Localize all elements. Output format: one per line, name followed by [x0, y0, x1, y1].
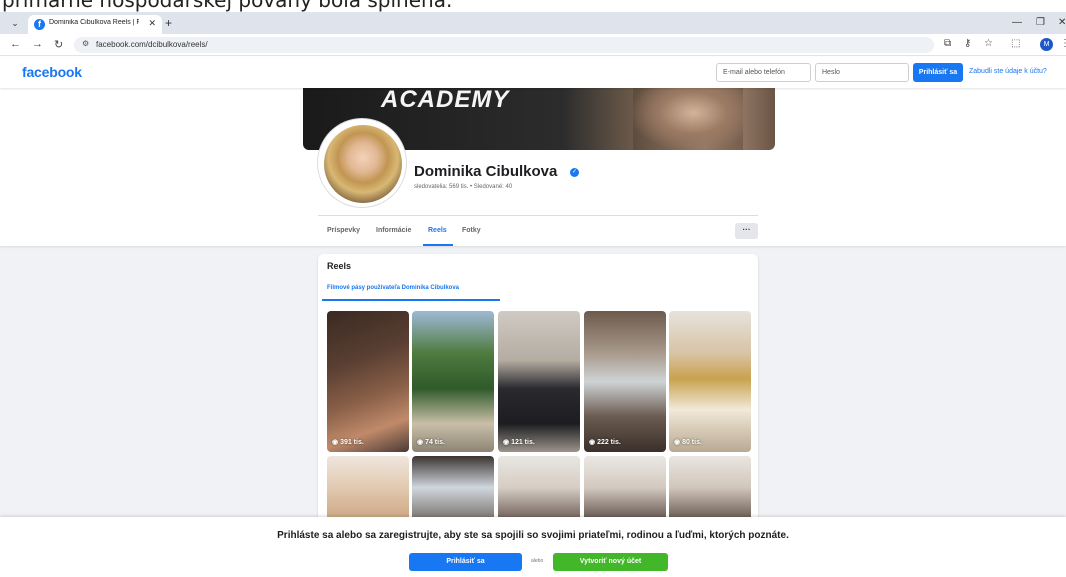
browser-address-bar: ← → ↻ ⚙ facebook.com/dcibulkova/reels/ ⧉… [0, 34, 1066, 56]
active-tab-indicator [423, 244, 453, 246]
reel-thumbnail[interactable]: ◉ 80 tis. [669, 311, 751, 452]
screen: primárne hospodárskej povahy bola splnen… [0, 0, 1066, 577]
cast-icon[interactable]: ⧉ [944, 38, 951, 49]
login-button[interactable]: Prihlásiť sa [409, 553, 522, 571]
reel-view-count: ◉ 222 tis. [589, 439, 621, 446]
password-input[interactable]: Heslo [815, 63, 909, 82]
tab-search-icon[interactable]: ⌄ [6, 16, 24, 30]
extensions-icon[interactable]: ⬚ [1011, 38, 1020, 49]
facebook-favicon-icon: f [34, 19, 45, 30]
reel-thumbnail[interactable] [498, 456, 580, 524]
profile-picture[interactable] [318, 119, 406, 207]
reels-heading: Reels [327, 261, 352, 271]
back-icon[interactable]: ← [10, 38, 21, 50]
profile-picture-image [324, 125, 402, 203]
reel-view-count: ◉ 121 tis. [503, 439, 535, 446]
url-text: facebook.com/dcibulkova/reels/ [96, 40, 208, 49]
header-login-button[interactable]: Prihlásiť sa [913, 63, 963, 82]
new-tab-icon[interactable]: + [165, 16, 172, 30]
create-account-button[interactable]: Vytvoriť nový účet [553, 553, 668, 571]
login-prompt-message: Prihláste sa alebo sa zaregistrujte, aby… [277, 530, 789, 541]
tab-posts[interactable]: Príspevky [327, 227, 360, 234]
login-prompt-bar: Prihláste sa alebo sa zaregistrujte, aby… [0, 517, 1066, 577]
reel-thumbnail[interactable] [669, 456, 751, 524]
reel-thumbnail[interactable] [584, 456, 666, 524]
browser-menu-icon[interactable]: ⋮ [1060, 38, 1066, 49]
reels-subtab[interactable]: Filmové pásy používateľa Dominika Cibulk… [327, 285, 459, 291]
reel-view-count: ◉ 80 tis. [674, 439, 702, 446]
verified-badge-icon: ✓ [570, 168, 579, 177]
reels-subtab-indicator [322, 299, 500, 301]
forgot-account-link[interactable]: Zabudli ste údaje k účtu? [969, 68, 1047, 75]
facebook-header: facebook E-mail alebo telefón Heslo Prih… [0, 57, 1066, 88]
document-text-fragment: primárne hospodárskej povahy bola splnen… [2, 0, 453, 12]
restore-icon[interactable]: ❐ [1036, 17, 1045, 28]
browser-tab[interactable]: f Dominika Cibulkova Reels | Faceb ✕ [28, 15, 162, 34]
site-info-icon[interactable]: ⚙ [82, 39, 89, 48]
more-options-button[interactable]: ··· [735, 223, 758, 239]
cover-photo-text: ACADEMY [381, 88, 510, 113]
reels-section: Reels Filmové pásy používateľa Dominika … [318, 254, 758, 524]
profile-stats[interactable]: sledovatelia: 569 tis. • Sledované: 40 [414, 184, 512, 190]
tab-close-icon[interactable]: ✕ [148, 18, 156, 29]
minimize-icon[interactable]: — [1012, 17, 1022, 28]
reload-icon[interactable]: ↻ [54, 38, 63, 51]
profile-name: Dominika Cibulkova [414, 163, 558, 180]
email-input[interactable]: E-mail alebo telefón [716, 63, 811, 82]
tab-photos[interactable]: Fotky [462, 227, 481, 234]
reel-thumbnail[interactable] [412, 456, 494, 524]
reel-thumbnail[interactable] [327, 456, 409, 524]
window-close-icon[interactable]: ✕ [1058, 17, 1066, 28]
forward-icon[interactable]: → [32, 38, 43, 50]
reel-view-count: ◉ 74 tis. [417, 439, 445, 446]
tab-about[interactable]: Informácie [376, 227, 411, 234]
reel-thumbnail[interactable]: ◉ 222 tis. [584, 311, 666, 452]
profile-avatar[interactable]: M [1040, 38, 1053, 51]
cover-photo-person [633, 88, 743, 150]
reel-thumbnail[interactable]: ◉ 391 tis. [327, 311, 409, 452]
reel-thumbnail[interactable]: ◉ 74 tis. [412, 311, 494, 452]
tab-title: Dominika Cibulkova Reels | Faceb [49, 19, 139, 26]
bookmark-star-icon[interactable]: ☆ [984, 38, 993, 49]
browser-tab-bar: ⌄ f Dominika Cibulkova Reels | Faceb ✕ +… [0, 12, 1066, 34]
profile-divider [318, 215, 758, 216]
password-key-icon[interactable]: ⚷ [964, 38, 971, 49]
facebook-logo[interactable]: facebook [22, 64, 82, 80]
tab-reels[interactable]: Reels [428, 227, 447, 234]
reel-view-count: ◉ 391 tis. [332, 439, 364, 446]
url-field[interactable]: ⚙ facebook.com/dcibulkova/reels/ [74, 37, 934, 53]
reel-thumbnail[interactable]: ◉ 121 tis. [498, 311, 580, 452]
or-label: alebo [531, 558, 544, 564]
